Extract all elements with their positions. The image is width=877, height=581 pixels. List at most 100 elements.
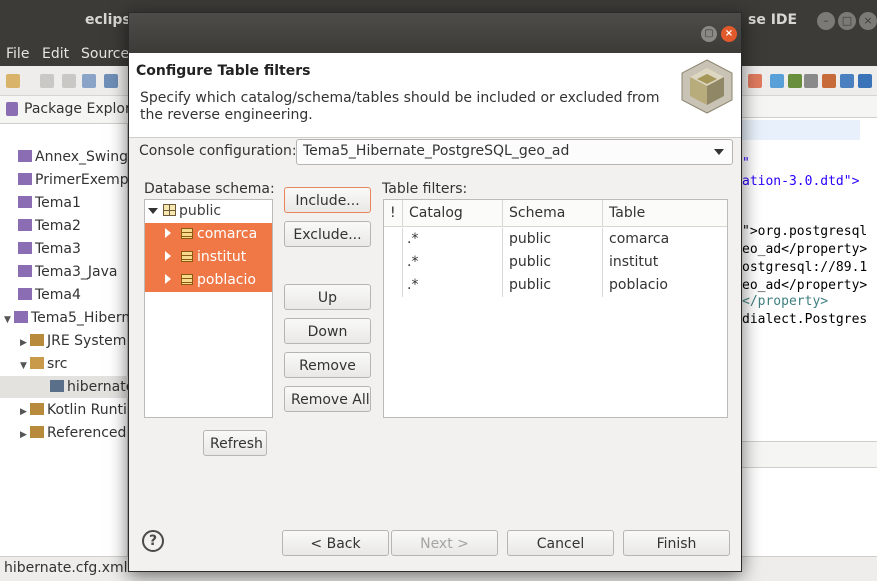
- table-icon: [181, 274, 193, 285]
- code-line: ": [742, 156, 750, 171]
- tree-item[interactable]: ▼ src: [20, 353, 67, 375]
- schema-table-node[interactable]: institut: [145, 246, 272, 269]
- expand-right-icon[interactable]: [165, 274, 171, 284]
- tree-item[interactable]: Annex_Swing: [18, 146, 128, 168]
- perspective-icon-4[interactable]: [822, 74, 836, 88]
- tree-item-label: Tema3: [35, 241, 81, 257]
- tree-item[interactable]: Tema4: [18, 284, 81, 306]
- maximize-icon[interactable]: □: [838, 12, 856, 30]
- perspective-icon-6[interactable]: [858, 74, 872, 88]
- cell-exclude: [384, 228, 403, 251]
- finish-button[interactable]: Finish: [623, 530, 730, 556]
- close-icon[interactable]: ×: [859, 12, 877, 30]
- chevron-right-icon[interactable]: ▶: [20, 424, 30, 446]
- cell-catalog: .*: [403, 251, 503, 274]
- dialog-close-icon[interactable]: ×: [721, 26, 737, 42]
- table-row[interactable]: .* public institut: [384, 251, 727, 274]
- folder-icon: [18, 196, 32, 208]
- menu-source[interactable]: Source: [81, 46, 129, 62]
- tree-item-label: Tema3_Java: [35, 264, 118, 280]
- schema-table-label: institut: [197, 249, 247, 265]
- database-schema-tree[interactable]: public comarca institut poblacio: [144, 199, 273, 418]
- table-filters-table[interactable]: ! Catalog Schema Table .* public comarca .*…: [383, 199, 728, 418]
- include-button[interactable]: Include...: [284, 187, 371, 213]
- schema-table-node[interactable]: comarca: [145, 223, 272, 246]
- exclude-button[interactable]: Exclude...: [284, 221, 371, 247]
- remove-button[interactable]: Remove: [284, 352, 371, 378]
- save-all-icon[interactable]: [62, 74, 76, 88]
- ide-title-right: se IDE: [748, 12, 798, 28]
- dialog-header: Configure Table filters Specify which ca…: [129, 53, 741, 138]
- cell-schema: public: [503, 274, 603, 297]
- binary-icon[interactable]: [82, 74, 96, 88]
- cancel-button[interactable]: Cancel: [507, 530, 614, 556]
- column-header-exclude[interactable]: !: [384, 200, 403, 227]
- table-row[interactable]: .* public comarca: [384, 228, 727, 251]
- dialog-title: Configure Table filters: [136, 63, 311, 79]
- schema-table-label: comarca: [197, 226, 258, 242]
- menu-file[interactable]: File: [6, 46, 29, 62]
- up-button[interactable]: Up: [284, 284, 371, 310]
- console-configuration-label: Console configuration:: [139, 143, 297, 159]
- down-button[interactable]: Down: [284, 318, 371, 344]
- configure-table-filters-dialog: ▢ × Configure Table filters Specify whic…: [128, 12, 742, 572]
- schema-node-label: public: [179, 203, 222, 219]
- folder-icon: [30, 403, 44, 415]
- table-icon: [181, 228, 193, 239]
- tree-item[interactable]: PrimerExemple: [18, 169, 141, 191]
- menu-edit[interactable]: Edit: [42, 46, 69, 62]
- chevron-right-icon[interactable]: ▶: [20, 401, 30, 423]
- save-icon[interactable]: [40, 74, 54, 88]
- tree-item[interactable]: hibernate.cfg.xml: [0, 376, 191, 398]
- tree-item-label: Tema4: [35, 287, 81, 303]
- code-line: eo_ad</property>: [742, 278, 868, 293]
- expand-down-icon[interactable]: [148, 208, 158, 214]
- table-icon: [181, 251, 193, 262]
- minimize-icon[interactable]: –: [817, 12, 835, 30]
- help-icon[interactable]: ?: [142, 530, 164, 552]
- chevron-down-icon[interactable]: ▼: [4, 309, 14, 331]
- perspective-icon-3[interactable]: [788, 74, 802, 88]
- tree-item[interactable]: Tema1: [18, 192, 81, 214]
- perspective-icon-5[interactable]: [840, 74, 854, 88]
- code-line: </property>: [742, 294, 829, 309]
- back-button[interactable]: < Back: [282, 530, 389, 556]
- tree-item-label: Tema2: [35, 218, 81, 234]
- remove-all-button[interactable]: Remove All: [284, 386, 371, 412]
- refresh-button[interactable]: Refresh: [203, 430, 267, 456]
- new-icon[interactable]: [6, 74, 20, 88]
- folder-icon: [18, 265, 32, 277]
- console-icon[interactable]: [104, 74, 118, 88]
- tree-item[interactable]: Tema2: [18, 215, 81, 237]
- package-explorer-tab[interactable]: Package Explorer: [0, 96, 145, 124]
- column-header-table[interactable]: Table: [603, 200, 727, 227]
- console-configuration-select[interactable]: Tema5_Hibernate_PostgreSQL_geo_ad: [296, 139, 733, 165]
- column-header-catalog[interactable]: Catalog: [403, 200, 503, 227]
- schema-node-public[interactable]: public: [145, 200, 272, 223]
- chevron-down-icon[interactable]: ▼: [20, 355, 30, 377]
- tree-item[interactable]: Tema3: [18, 238, 81, 260]
- expand-right-icon[interactable]: [165, 251, 171, 261]
- dialog-title-bar: ▢ ×: [129, 13, 741, 53]
- folder-icon: [18, 242, 32, 254]
- perspective-icon-1[interactable]: [748, 74, 762, 88]
- table-row[interactable]: .* public poblacio: [384, 274, 727, 297]
- git-icon[interactable]: [804, 74, 818, 88]
- table-filters-label: Table filters:: [382, 181, 468, 197]
- dialog-restore-icon[interactable]: ▢: [701, 26, 717, 42]
- tree-item[interactable]: Tema3_Java: [18, 261, 117, 283]
- next-button[interactable]: Next >: [391, 530, 498, 556]
- folder-icon: [30, 334, 44, 346]
- expand-right-icon[interactable]: [165, 228, 171, 238]
- schema-table-node[interactable]: poblacio: [145, 269, 272, 292]
- cell-schema: public: [503, 251, 603, 274]
- status-text: hibernate.cfg.xml -: [4, 560, 138, 576]
- perspective-icon-2[interactable]: [770, 74, 784, 88]
- schema-table-label: poblacio: [197, 272, 256, 288]
- tree-item-label: src: [47, 356, 68, 372]
- console-configuration-value: Tema5_Hibernate_PostgreSQL_geo_ad: [303, 143, 570, 159]
- column-header-schema[interactable]: Schema: [503, 200, 603, 227]
- folder-icon: [30, 426, 44, 438]
- tree-item-label: Annex_Swing: [35, 149, 128, 165]
- chevron-right-icon[interactable]: ▶: [20, 332, 30, 354]
